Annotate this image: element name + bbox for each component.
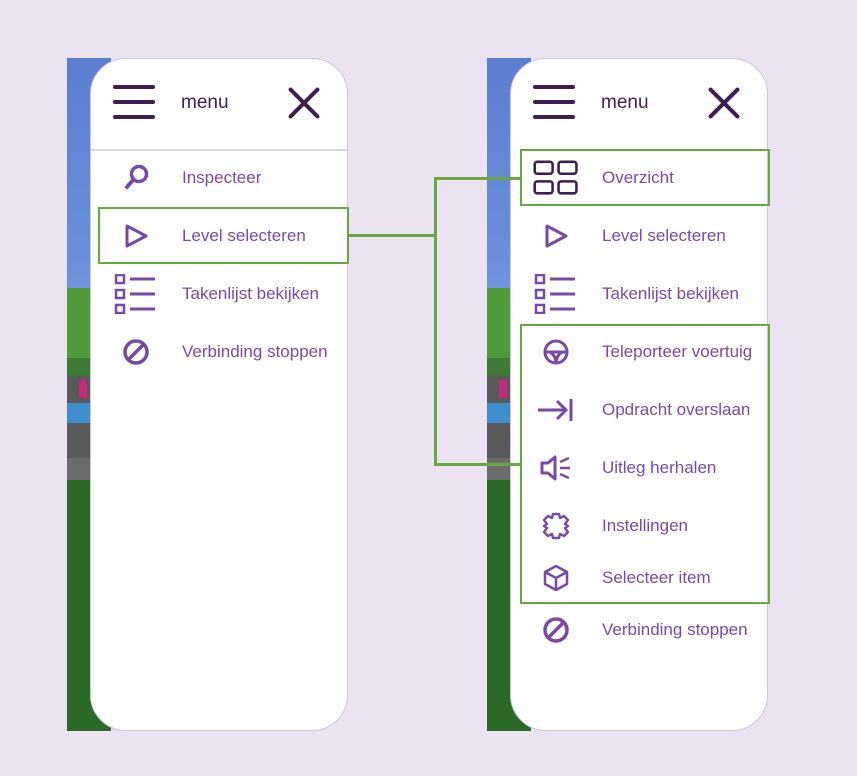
- connector-line: [434, 177, 437, 465]
- menu-item-verbinding-stoppen[interactable]: Verbinding stoppen: [91, 332, 347, 372]
- magnifier-icon: [113, 158, 159, 198]
- menu-item-label: Level selecteren: [602, 226, 726, 245]
- menu-item-label: Inspecteer: [182, 168, 262, 187]
- menu-item-inspecteer[interactable]: Inspecteer: [91, 158, 347, 198]
- disconnect-icon: [113, 332, 159, 372]
- menu-item-label: Takenlijst bekijken: [182, 284, 320, 303]
- connector-line: [434, 177, 521, 180]
- menu-item-label: Verbinding stoppen: [602, 620, 748, 639]
- play-triangle-icon: [533, 216, 579, 256]
- close-icon[interactable]: [707, 86, 741, 120]
- connector-line: [348, 234, 435, 237]
- menu-panel-left: menu Inspecteer Level selecteren Takenli…: [90, 58, 348, 731]
- highlight-new-items: [520, 324, 770, 604]
- connector-line: [434, 463, 521, 466]
- menu-item-takenlijst[interactable]: Takenlijst bekijken: [91, 274, 347, 314]
- disconnect-icon: [533, 610, 579, 650]
- hamburger-icon[interactable]: [113, 85, 155, 119]
- menu-item-label: Takenlijst bekijken: [602, 284, 740, 303]
- menu-title: menu: [181, 92, 229, 113]
- menu-title: menu: [601, 92, 649, 113]
- checklist-icon: [533, 274, 579, 314]
- menu-item-verbinding-stoppen[interactable]: Verbinding stoppen: [511, 610, 767, 650]
- menu-item-takenlijst[interactable]: Takenlijst bekijken: [511, 274, 767, 314]
- hamburger-icon[interactable]: [533, 85, 575, 119]
- highlight-overzicht: [520, 149, 770, 206]
- menu-item-level-selecteren[interactable]: Level selecteren: [511, 216, 767, 256]
- highlight-level-selecteren: [98, 207, 349, 264]
- checklist-icon: [113, 274, 159, 314]
- menu-header: menu: [511, 59, 767, 149]
- menu-item-label: Verbinding stoppen: [182, 342, 328, 361]
- close-icon[interactable]: [287, 86, 321, 120]
- menu-header: menu: [91, 59, 347, 151]
